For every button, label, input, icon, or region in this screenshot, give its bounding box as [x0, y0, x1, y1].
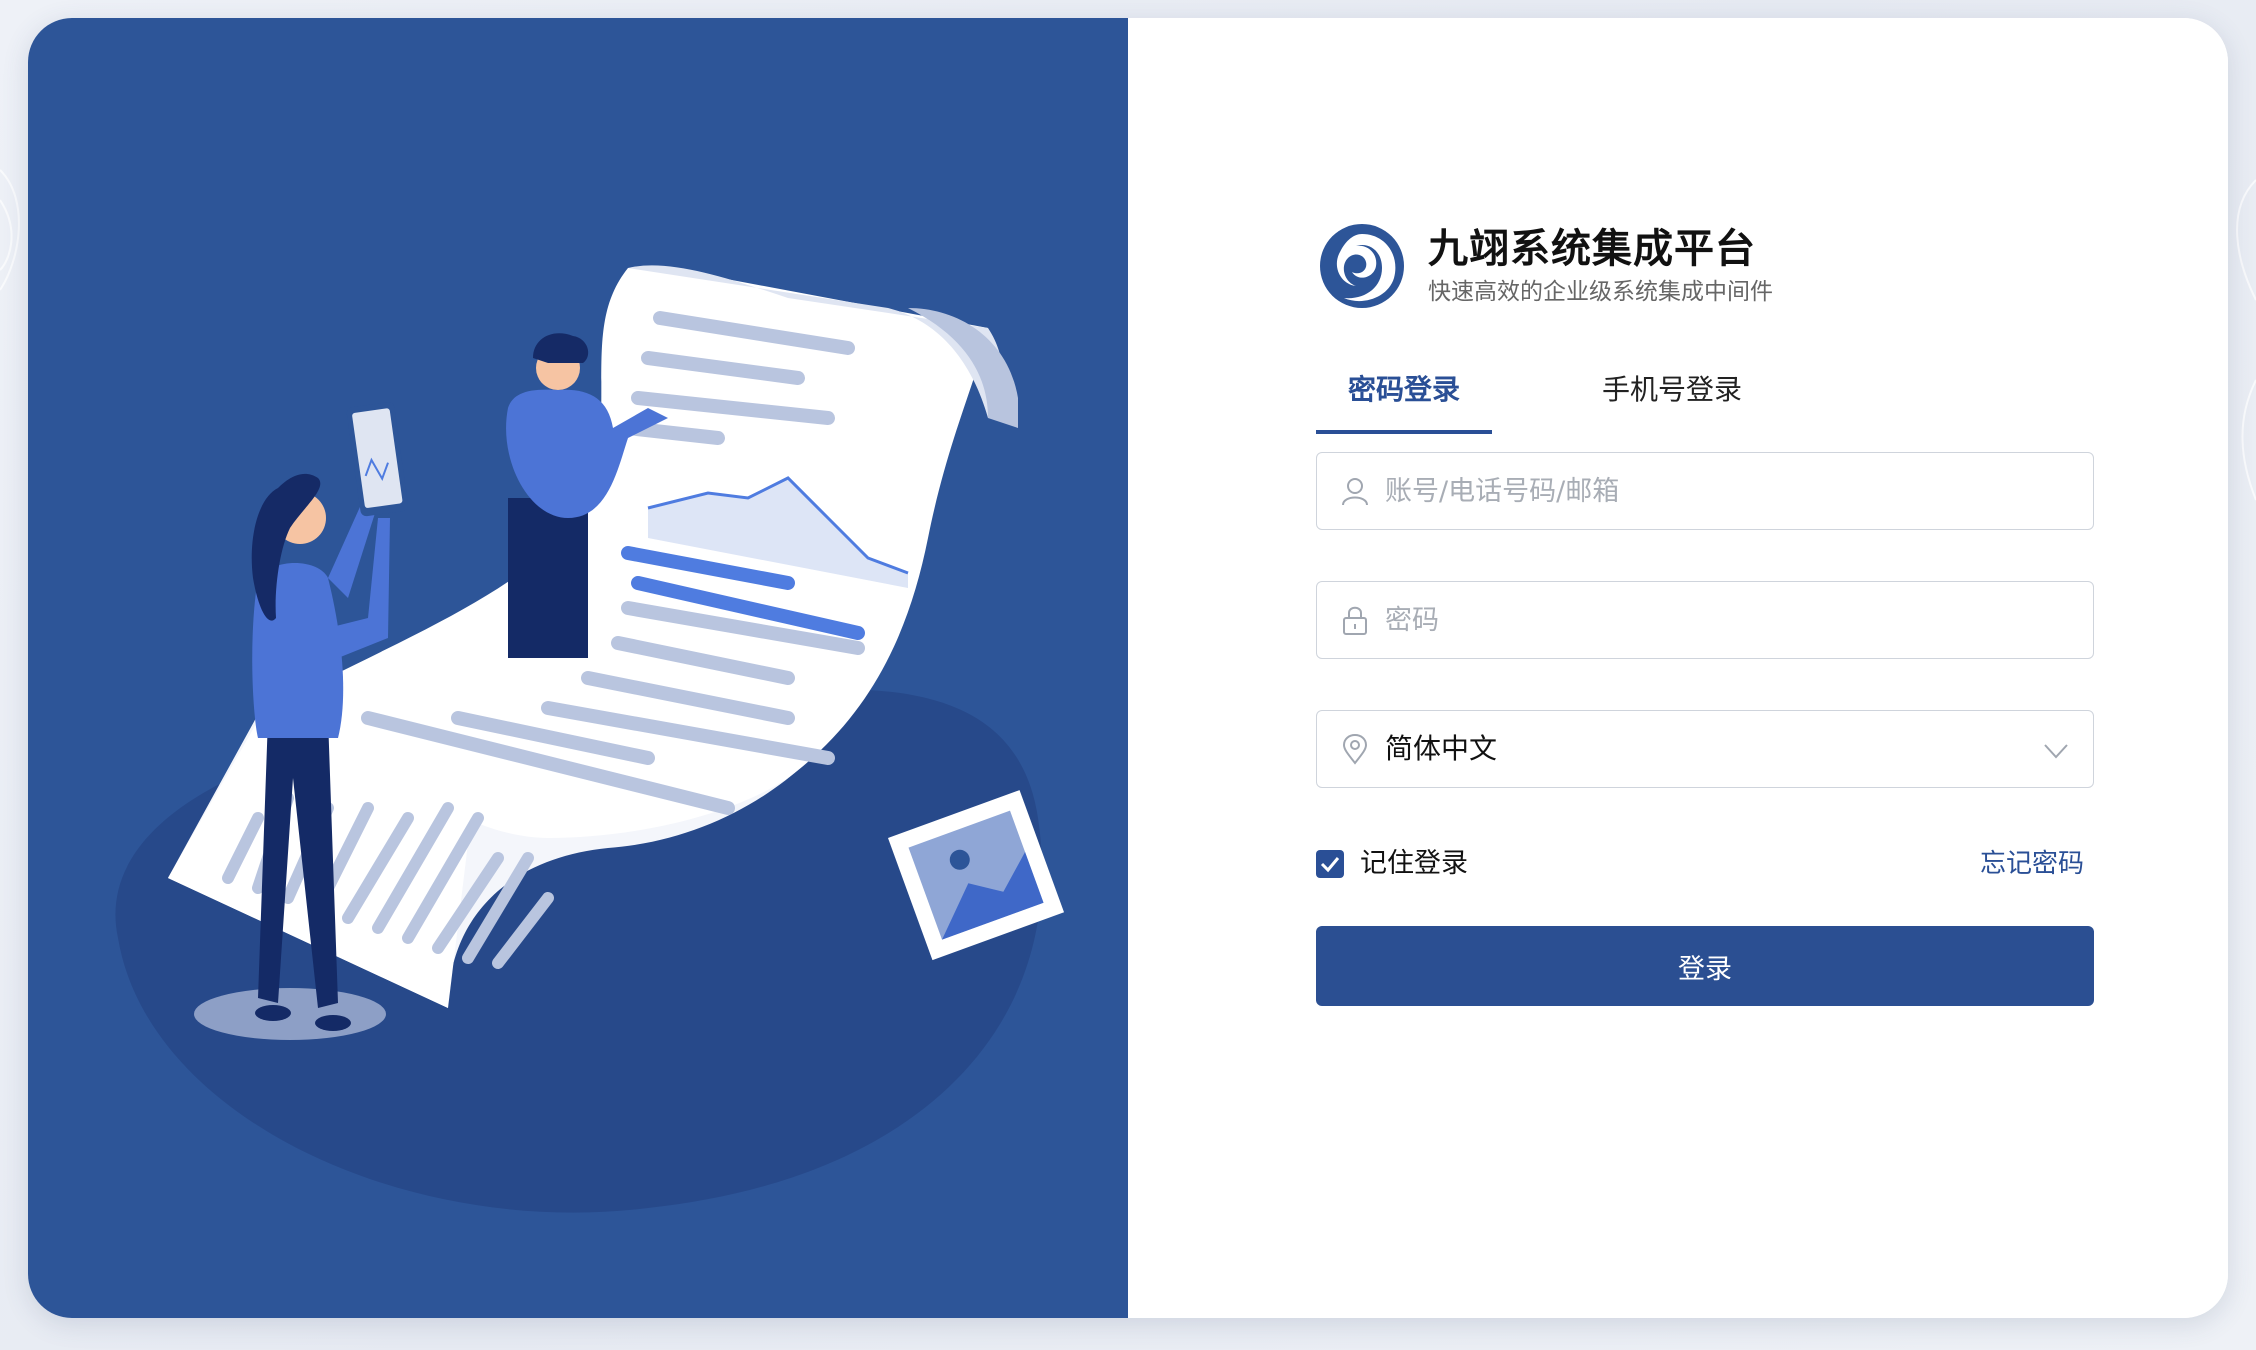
checkmark-icon [1320, 857, 1340, 873]
account-input[interactable] [1383, 453, 2067, 530]
lock-icon [1343, 606, 1367, 635]
login-card: 九翊系统集成平台 快速高效的企业级系统集成中间件 密码登录 手机号登录 账号/电… [28, 18, 2228, 1318]
location-pin-icon [1342, 733, 1368, 765]
forgot-password-link[interactable]: 忘记密码 [1980, 844, 2084, 884]
remember-login[interactable]: 记住登录 [1316, 844, 1616, 884]
login-button[interactable]: 登录 [1316, 926, 2094, 1006]
brand-header: 九翊系统集成平台 快速高效的企业级系统集成中间件 [1316, 216, 1916, 328]
remember-label: 记住登录 [1360, 848, 1468, 879]
tab-phone-login[interactable]: 手机号登录 [1584, 354, 1760, 430]
illustration-panel [28, 18, 1128, 1318]
chevron-down-icon[interactable] [2041, 735, 2071, 765]
language-value: 简体中文 [1385, 732, 1498, 765]
password-input[interactable] [1383, 582, 2067, 659]
language-select[interactable]: 简体中文 [1316, 710, 2094, 788]
brand-title: 九翊系统集成平台 [1428, 226, 1756, 272]
tab-password-login[interactable]: 密码登录 [1316, 354, 1492, 434]
brand-subtitle: 快速高效的企业级系统集成中间件 [1428, 279, 1773, 305]
login-tabs: 密码登录 手机号登录 [1316, 354, 2096, 434]
swirl-logo-icon [1320, 224, 1404, 308]
illustration [115, 265, 1065, 1213]
account-field[interactable] [1316, 452, 2094, 530]
password-field[interactable] [1316, 581, 2094, 659]
remember-checkbox[interactable] [1316, 850, 1344, 878]
login-form-panel: 九翊系统集成平台 快速高效的企业级系统集成中间件 密码登录 手机号登录 账号/电… [1128, 18, 2228, 1318]
user-icon [1342, 478, 1368, 506]
